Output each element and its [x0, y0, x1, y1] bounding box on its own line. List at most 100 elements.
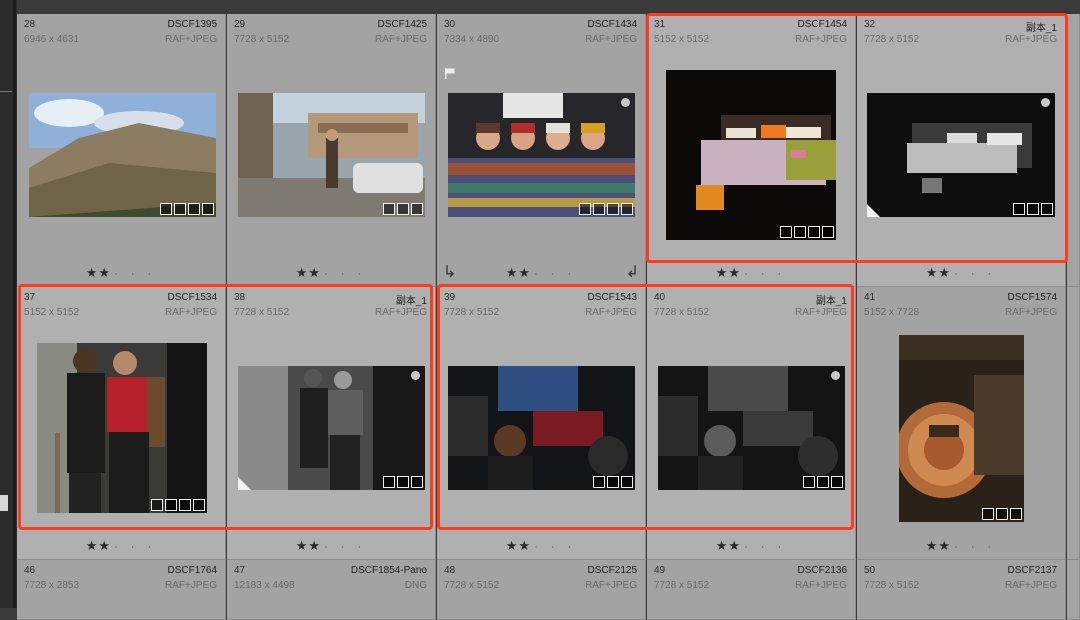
metadata-badge-icon[interactable]	[808, 226, 820, 238]
grid-cell-partial[interactable]	[1067, 560, 1080, 620]
file-name: DSCF2125	[587, 565, 637, 576]
flag-icon[interactable]	[444, 68, 455, 79]
file-format: RAF+JPEG	[585, 307, 637, 318]
grid-cell-29[interactable]: 29 DSCF1425 7728 x 5152 RAF+JPEG ★★· ·	[227, 14, 436, 287]
crop-badge-icon[interactable]	[1027, 203, 1039, 215]
edit-badge-icon[interactable]	[780, 226, 792, 238]
crop-badge-icon[interactable]	[996, 508, 1008, 520]
develop-badge-icon[interactable]	[1041, 203, 1053, 215]
edit-badge-icon[interactable]	[160, 203, 172, 215]
edit-badge-icon[interactable]	[1013, 203, 1025, 215]
thumbnail[interactable]	[29, 93, 216, 217]
grid-cell-49[interactable]: 49 DSCF2136 7728 x 5152 RAF+JPEG	[647, 560, 856, 620]
edit-badge-icon[interactable]	[593, 476, 605, 488]
cell-index: 38	[234, 292, 246, 303]
develop-badge-icon[interactable]	[411, 203, 423, 215]
crop-badge-icon[interactable]	[397, 476, 409, 488]
metadata-badge-icon[interactable]	[179, 499, 191, 511]
develop-badge-icon[interactable]	[831, 476, 843, 488]
grid-cell-32[interactable]: 32 副本_1 7728 x 5152 RAF+JPEG ★★ · · ·	[857, 14, 1066, 287]
grid-cell-37[interactable]: 37 DSCF1534 5152 x 5152 RAF+JPEG ★★ · · …	[17, 287, 226, 560]
grid-cell-partial[interactable]	[1067, 14, 1080, 287]
crop-badge-icon[interactable]	[174, 203, 186, 215]
file-name: DSCF1764	[167, 565, 217, 576]
thumbnail-badges	[383, 203, 423, 215]
file-name: DSCF1854-Pano	[350, 565, 427, 576]
thumbnail-image	[448, 93, 635, 217]
grid-cell-30[interactable]: 30 DSCF1434 7334 x 4890 RAF+JPEG ↳ ↲ ★★ …	[437, 14, 646, 287]
grid-cell-40[interactable]: 40 副本_1 7728 x 5152 RAF+JPEG ★★ · · ·	[647, 287, 856, 560]
crop-badge-icon[interactable]	[794, 226, 806, 238]
star-rating[interactable]: ★★ · · ·	[227, 265, 435, 281]
develop-badge-icon[interactable]	[193, 499, 205, 511]
thumbnail[interactable]	[37, 343, 207, 513]
panel-collapse-handle[interactable]	[0, 495, 8, 511]
grid-cell-50[interactable]: 50 DSCF2137 7728 x 5152 RAF+JPEG	[857, 560, 1066, 620]
star-rating[interactable]: ★★ · · ·	[437, 265, 645, 281]
cell-index: 30	[444, 19, 456, 30]
crop-badge-icon[interactable]	[817, 476, 829, 488]
edit-badge-icon[interactable]	[982, 508, 994, 520]
crop-badge-icon[interactable]	[165, 499, 177, 511]
metadata-badge-icon[interactable]	[607, 203, 619, 215]
star-rating[interactable]: ★★ · · ·	[857, 265, 1065, 281]
crop-badge-icon[interactable]	[593, 203, 605, 215]
cell-index: 49	[654, 565, 666, 576]
file-name: DSCF1534	[167, 292, 217, 303]
develop-badge-icon[interactable]	[621, 476, 633, 488]
panel-divider-line	[0, 91, 12, 92]
file-format: RAF+JPEG	[375, 307, 427, 318]
edit-badge-icon[interactable]	[383, 203, 395, 215]
file-name: 副本_1	[815, 296, 847, 307]
grid-cell-39[interactable]: 39 DSCF1543 7728 x 5152 RAF+JPEG ★★ · · ·	[437, 287, 646, 560]
file-format: RAF+JPEG	[1005, 580, 1057, 591]
thumbnail-image	[899, 335, 1024, 522]
develop-badge-icon[interactable]	[202, 203, 214, 215]
develop-badge-icon[interactable]	[621, 203, 633, 215]
cell-index: 50	[864, 565, 876, 576]
thumbnail[interactable]	[658, 366, 845, 490]
grid-cell-48[interactable]: 48 DSCF2125 7728 x 5152 RAF+JPEG	[437, 560, 646, 620]
file-format: DNG	[404, 580, 427, 591]
develop-badge-icon[interactable]	[1010, 508, 1022, 520]
crop-badge-icon[interactable]	[607, 476, 619, 488]
star-rating[interactable]: ★★ · · ·	[17, 265, 225, 281]
file-name: DSCF1543	[587, 292, 637, 303]
edit-badge-icon[interactable]	[579, 203, 591, 215]
thumbnail[interactable]	[899, 335, 1024, 522]
thumbnail[interactable]	[448, 93, 635, 217]
edit-badge-icon[interactable]	[151, 499, 163, 511]
thumbnail[interactable]	[238, 93, 425, 217]
star-rating[interactable]: ★★ · · ·	[647, 265, 855, 281]
grid-cell-38[interactable]: 38 副本_1 7728 x 5152 RAF+JPEG ★★ · · ·	[227, 287, 436, 560]
grid-cell-partial[interactable]	[1067, 287, 1080, 560]
thumbnail-badges	[780, 226, 834, 238]
edit-badge-icon[interactable]	[803, 476, 815, 488]
grid-cell-28[interactable]: 28 DSCF1395 6946 x 4631 RAF+JPEG ★★ · · ·	[17, 14, 226, 287]
thumbnail-badges	[803, 476, 843, 488]
grid-cell-46[interactable]: 46 DSCF1764 7728 x 2853 RAF+JPEG	[17, 560, 226, 620]
edit-badge-icon[interactable]	[383, 476, 395, 488]
thumbnail[interactable]	[238, 366, 425, 490]
grid-cell-31[interactable]: 31 DSCF1454 5152 x 5152 RAF+JPEG ★★ · · …	[647, 14, 856, 287]
develop-badge-icon[interactable]	[822, 226, 834, 238]
star-rating[interactable]: ★★ · · ·	[647, 538, 855, 554]
file-format: RAF+JPEG	[1005, 307, 1057, 318]
star-rating[interactable]: ★★ · · ·	[857, 538, 1065, 554]
copy-badge-icon	[867, 204, 880, 217]
grid-cell-47[interactable]: 47 DSCF1854-Pano 12183 x 4498 DNG	[227, 560, 436, 620]
develop-badge-icon[interactable]	[411, 476, 423, 488]
dimensions: 5152 x 5152	[24, 307, 80, 318]
thumbnail[interactable]	[666, 70, 836, 240]
crop-badge-icon[interactable]	[397, 203, 409, 215]
thumbnail[interactable]	[448, 366, 635, 490]
thumbnail-image	[666, 70, 836, 240]
star-rating[interactable]: ★★ · · ·	[437, 538, 645, 554]
grid-cell-41[interactable]: 41 DSCF1574 5152 x 7728 RAF+JPEG ★★ · · ·	[857, 287, 1066, 560]
metadata-badge-icon[interactable]	[188, 203, 200, 215]
star-rating[interactable]: ★★ · · ·	[227, 538, 435, 554]
thumbnail[interactable]	[867, 93, 1055, 217]
star-rating[interactable]: ★★ · · ·	[17, 538, 225, 554]
file-name: DSCF1574	[1007, 292, 1057, 303]
thumbnail-image	[238, 366, 425, 490]
